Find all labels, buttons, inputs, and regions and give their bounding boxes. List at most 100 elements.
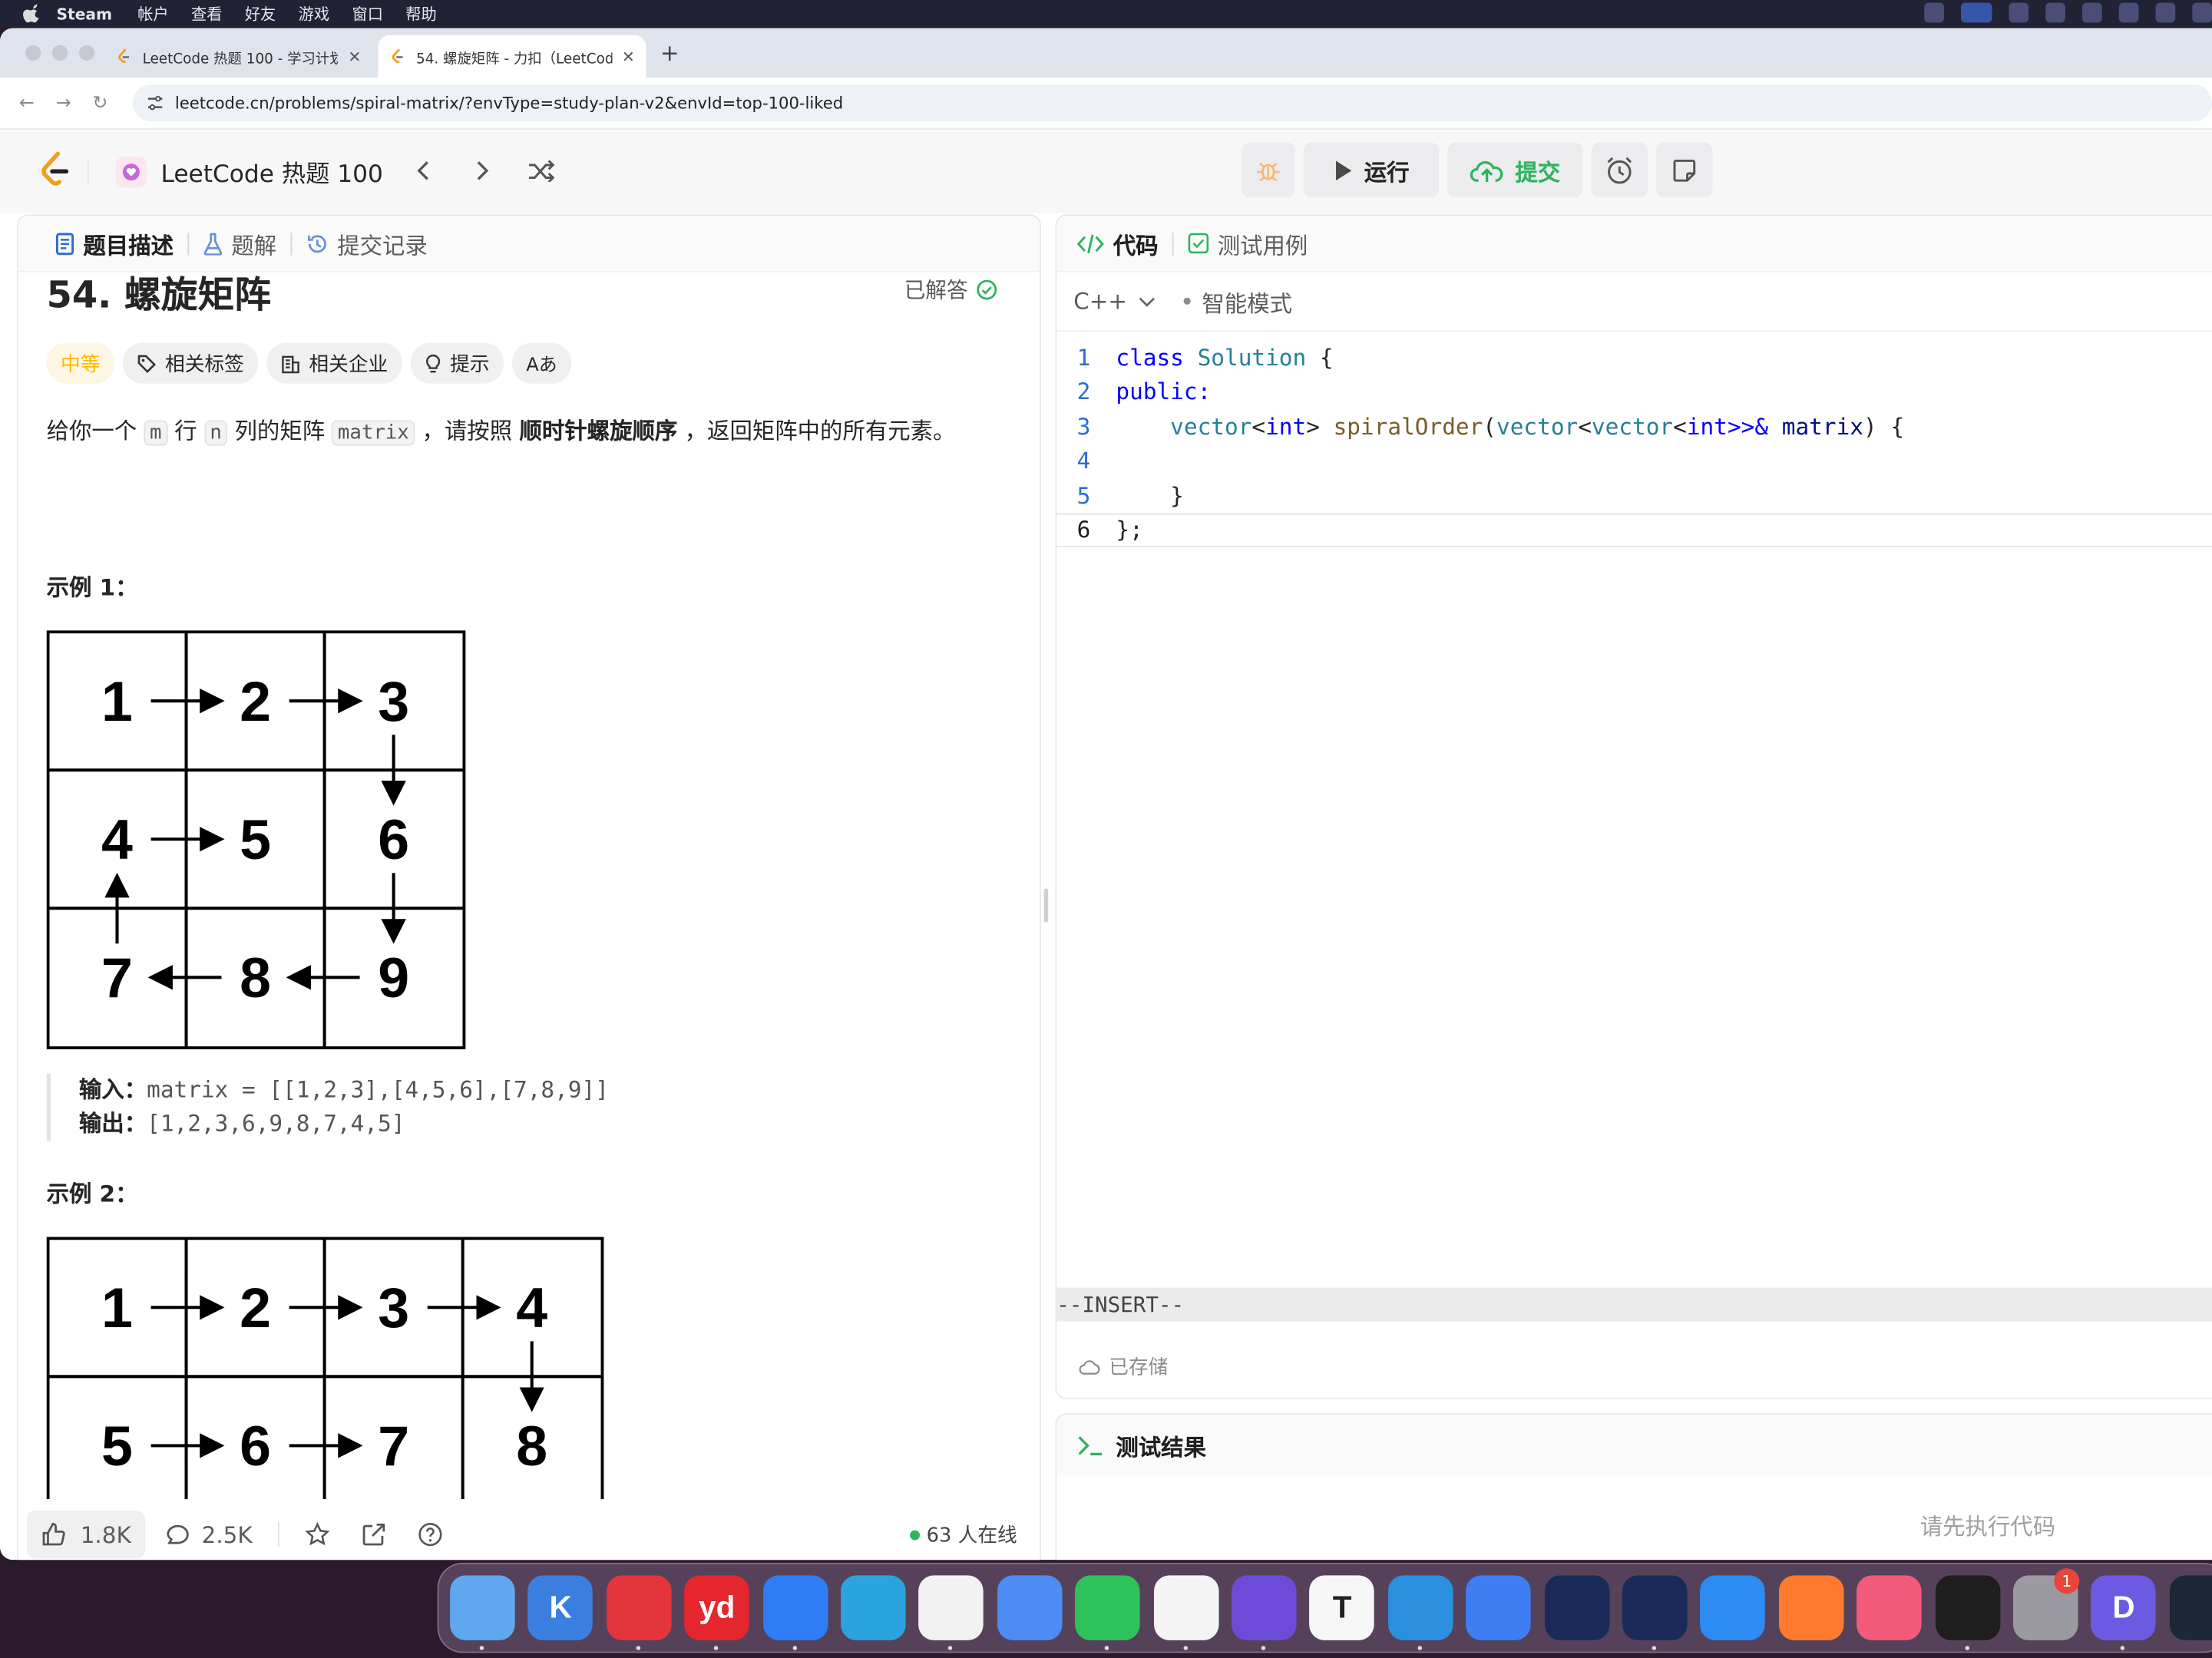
tab-submissions[interactable]: 提交记录 [292, 226, 441, 260]
apple-icon[interactable] [22, 4, 42, 25]
tab-code[interactable]: 代码 [1063, 226, 1172, 260]
problem-title[interactable]: 54. 螺旋矩阵 [47, 272, 271, 319]
cloud-icon [1079, 1359, 1100, 1374]
tray-icon[interactable] [2009, 2, 2029, 23]
tab-solutions[interactable]: 题解 [189, 226, 290, 260]
qq-icon[interactable] [918, 1575, 984, 1640]
example-output: [1,2,3,6,9,8,7,4,5] [147, 1110, 405, 1137]
wechat-icon[interactable] [1075, 1575, 1140, 1640]
menu-friends[interactable]: 好友 [245, 3, 276, 25]
related-tags-chip[interactable]: 相关标签 [122, 342, 259, 384]
line-number: 2 [1076, 378, 1091, 405]
timer-button[interactable] [1591, 142, 1648, 198]
reload-icon[interactable]: ↻ [82, 92, 119, 114]
chrome-icon[interactable] [1153, 1575, 1218, 1640]
tray-icon[interactable] [2155, 2, 2176, 23]
bilibili-icon[interactable] [1857, 1575, 1922, 1640]
companies-label: 相关企业 [309, 353, 389, 376]
forward-icon[interactable]: → [45, 92, 82, 114]
close-window-button[interactable] [25, 45, 41, 61]
tray-icon[interactable] [2192, 2, 2212, 23]
favorite-button[interactable] [305, 1521, 330, 1547]
tray-icon[interactable] [2118, 2, 2139, 23]
help-button[interactable] [418, 1522, 443, 1547]
code-token: vector [1591, 412, 1674, 440]
menu-account[interactable]: 帐户 [137, 3, 168, 25]
comments-button[interactable]: 2.5K [165, 1521, 253, 1548]
scrivener-icon[interactable] [1935, 1575, 2000, 1640]
tab-description[interactable]: 题目描述 [41, 226, 187, 260]
terminal-icon[interactable] [1622, 1575, 1688, 1640]
inline-code: m [144, 420, 167, 446]
menu-app-steam[interactable]: Steam [56, 5, 112, 23]
netease-music-icon[interactable] [606, 1575, 672, 1640]
like-button[interactable]: 1.8K [26, 1510, 146, 1559]
chevron-down-icon [1139, 296, 1155, 306]
url-field[interactable]: leetcode.cn/problems/spiral-matrix/?envT… [132, 84, 2212, 122]
tab-testcases[interactable]: 测试用例 [1174, 226, 1322, 260]
menu-view[interactable]: 查看 [191, 3, 222, 25]
code-editor[interactable]: 1 class Solution { 2 public: 3 vector < int >… [1056, 340, 2212, 547]
tray-icon[interactable] [2045, 2, 2065, 23]
back-icon[interactable]: ← [8, 92, 45, 114]
debug-button[interactable] [1241, 142, 1295, 198]
browser-tab-active[interactable]: 54. 螺旋矩阵 - 力扣（LeetCode） ✕ [378, 35, 646, 78]
firefox-icon[interactable] [1778, 1575, 1844, 1640]
telegram-icon[interactable] [841, 1575, 906, 1640]
leetcode-favicon-icon [392, 48, 403, 63]
shuffle-icon[interactable] [525, 154, 559, 187]
smart-mode-toggle[interactable]: 智能模式 [1183, 284, 1292, 318]
test-result-header[interactable]: 测试结果 [1056, 1414, 2212, 1477]
close-tab-icon[interactable]: ✕ [622, 48, 635, 66]
kuaidi-icon[interactable]: K [527, 1575, 594, 1640]
run-button[interactable]: 运行 [1303, 142, 1440, 198]
site-info-icon[interactable] [147, 94, 164, 111]
next-problem-icon[interactable] [465, 154, 499, 187]
menu-window[interactable]: 窗口 [352, 3, 382, 25]
code-token: int [1686, 412, 1728, 440]
saved-label: 已存储 [1109, 1356, 1169, 1379]
prev-problem-icon[interactable] [406, 154, 440, 187]
notes-button[interactable] [1656, 142, 1713, 198]
example-1-io: 输入：matrix = [[1,2,3],[4,5,6],[7,8,9]] 输出… [46, 1073, 609, 1141]
panel-resize-handle[interactable] [1043, 888, 1049, 923]
companies-chip[interactable]: 相关企业 [266, 342, 402, 384]
solved-status: 已解答 [904, 275, 997, 305]
deepl-icon[interactable]: D [2091, 1575, 2157, 1640]
line-number: 5 [1076, 481, 1091, 509]
leetcode-logo-icon[interactable] [39, 151, 70, 190]
zoom-window-button[interactable] [78, 45, 95, 61]
finder-icon[interactable] [450, 1575, 515, 1640]
tray-wechat-icon[interactable] [2082, 2, 2102, 23]
qq-cloud-icon[interactable] [1544, 1575, 1609, 1640]
menu-help[interactable]: 帮助 [405, 3, 436, 25]
vscode-icon[interactable] [1387, 1575, 1453, 1640]
grid-cell-value: 8 [516, 1414, 547, 1478]
tray-icon[interactable] [1924, 2, 1944, 23]
minimize-window-button[interactable] [51, 45, 68, 61]
tray-screen-icon[interactable] [1960, 2, 1992, 23]
typora-icon[interactable]: T [1309, 1575, 1375, 1640]
study-plan-title[interactable]: LeetCode 热题 100 [115, 154, 383, 189]
hint-chip[interactable]: 提示 [410, 342, 504, 384]
youdao-icon[interactable]: yd [684, 1575, 750, 1640]
new-tab-icon[interactable]: + [660, 39, 679, 66]
menu-games[interactable]: 游戏 [299, 3, 329, 25]
tab-strip: LeetCode 热题 100 - 学习计划 ✕ 54. 螺旋矩阵 - 力扣（L… [0, 28, 2212, 78]
browser-tab[interactable]: LeetCode 热题 100 - 学习计划 ✕ [104, 35, 372, 78]
app-store-icon[interactable] [1700, 1575, 1766, 1640]
language-select[interactable]: C++ [1073, 288, 1156, 315]
close-tab-icon[interactable]: ✕ [348, 48, 361, 66]
translate-chip[interactable]: Aあ [511, 342, 571, 384]
problem-panel: 题目描述 题解 提交记录 54. 螺旋矩阵 已解答 中等 相关标签 相关企业 提… [17, 214, 1042, 1561]
share-button[interactable] [361, 1522, 386, 1547]
lark-icon[interactable] [762, 1575, 828, 1640]
baidu-netdisk-icon[interactable] [997, 1575, 1063, 1640]
grid-cell-value: 7 [101, 946, 133, 1009]
steam-icon[interactable] [2169, 1575, 2212, 1640]
difficulty-badge[interactable]: 中等 [46, 342, 114, 384]
submit-button[interactable]: 提交 [1447, 142, 1583, 198]
obsidian-icon[interactable] [1232, 1575, 1297, 1640]
feishu-icon[interactable] [1466, 1575, 1531, 1640]
code-line-current: 6}; [1056, 512, 2212, 547]
